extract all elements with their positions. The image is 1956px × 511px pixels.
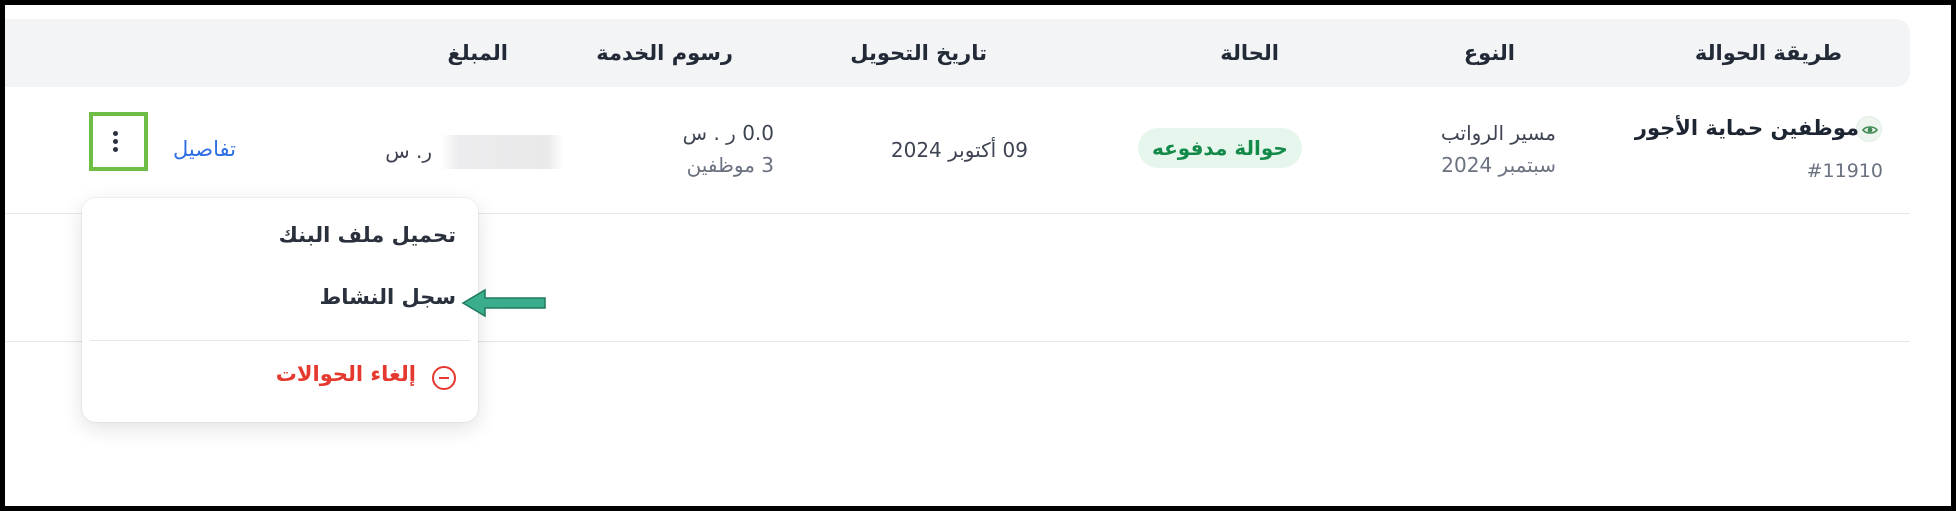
service-fees-amount: 0.0 ر . س xyxy=(682,121,774,145)
transfer-method-title: موظفين حماية الأجور xyxy=(1634,116,1859,140)
header-transfer-method: طريقة الحوالة xyxy=(1694,41,1842,65)
header-type: النوع xyxy=(1463,41,1515,65)
employee-count: 3 موظفين xyxy=(686,153,774,177)
header-transfer-date: تاريخ التحويل xyxy=(850,41,987,65)
eye-icon[interactable] xyxy=(1856,116,1882,142)
more-actions-button[interactable] xyxy=(89,112,148,171)
menu-divider xyxy=(90,340,470,341)
header-status: الحالة xyxy=(1220,41,1279,65)
cancel-circle-icon[interactable] xyxy=(432,366,456,390)
amount-currency: ر. س xyxy=(385,139,432,163)
screenshot-frame: طريقة الحوالة النوع الحالة تاريخ التحويل… xyxy=(5,5,1951,506)
transfer-id: #11910 xyxy=(1806,160,1883,182)
amount-redacted xyxy=(441,135,564,169)
type-period: سبتمبر 2024 xyxy=(1441,153,1556,177)
details-link[interactable]: تفاصيل xyxy=(173,137,236,161)
cancel-transfers-item[interactable]: إلغاء الحوالات xyxy=(276,362,416,386)
header-amount: المبلغ xyxy=(447,41,508,65)
type-label: مسير الرواتب xyxy=(1440,121,1556,145)
status-badge: حوالة مدفوعه xyxy=(1138,128,1302,168)
annotation-arrow-icon xyxy=(461,288,546,318)
download-bank-file-item[interactable]: تحميل ملف البنك xyxy=(279,223,456,247)
header-service-fees: رسوم الخدمة xyxy=(596,41,733,65)
actions-menu: تحميل ملف البنك سجل النشاط إلغاء الحوالا… xyxy=(82,198,478,422)
table-header: طريقة الحوالة النوع الحالة تاريخ التحويل… xyxy=(5,19,1910,87)
transfer-date: 09 أكتوبر 2024 xyxy=(890,138,1028,162)
activity-log-item[interactable]: سجل النشاط xyxy=(319,285,456,309)
